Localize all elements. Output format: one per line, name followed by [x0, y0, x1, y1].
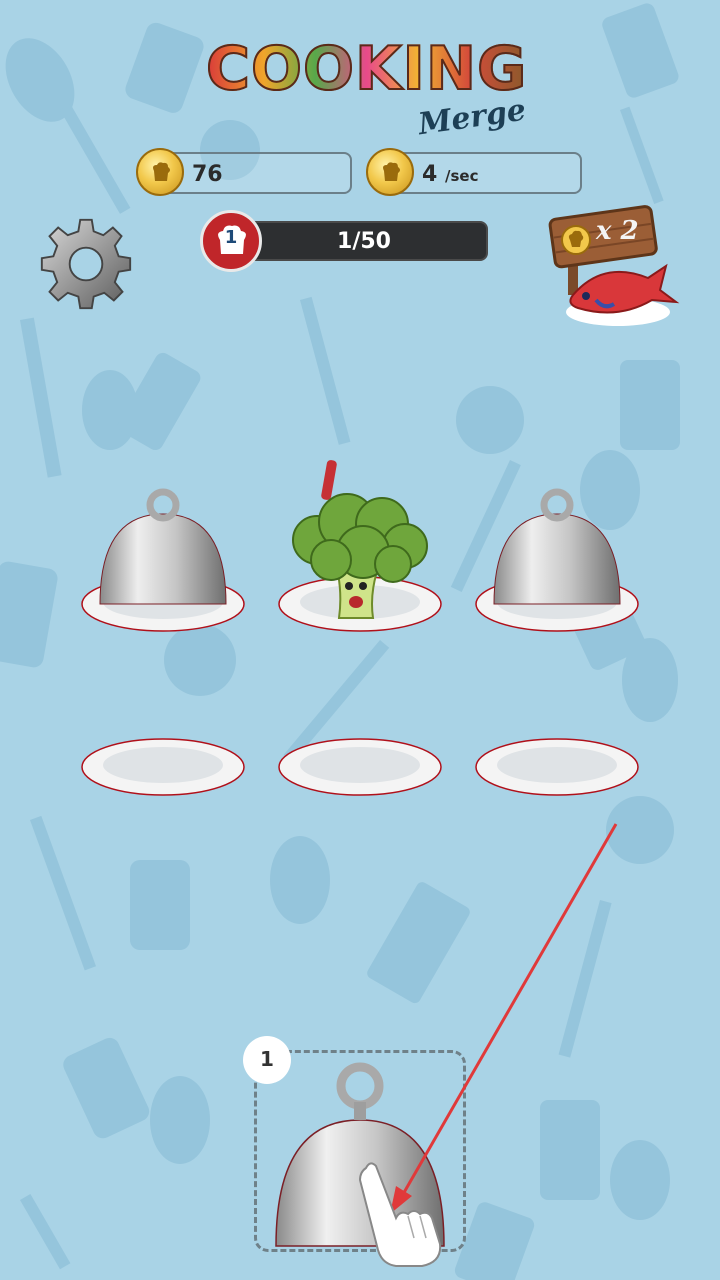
level-number: 1 [224, 227, 238, 248]
board-slot-empty-plate[interactable] [474, 730, 640, 800]
spawner-count-badge: 1 [243, 1036, 291, 1084]
level-progress-bar: 1/50 [236, 221, 488, 261]
logo-title-text: COOKING [205, 33, 528, 105]
game-logo: COOKING Merge [200, 28, 530, 142]
coin-rate-unit: /sec [444, 167, 479, 185]
coin-rate-counter: 4 /sec [390, 152, 582, 194]
coin-rate-label: 4 /sec [422, 162, 478, 187]
board-slot-cloche[interactable] [80, 480, 246, 640]
chef-coin-icon [366, 148, 414, 196]
board-slot-empty-plate[interactable] [277, 730, 443, 800]
coin-total-value: 76 [192, 162, 223, 187]
coin-rate-value: 4 [422, 162, 438, 187]
pointing-hand-icon [358, 1162, 442, 1267]
coin-total-counter: 76 [160, 152, 352, 194]
spawner-count: 1 [260, 1047, 274, 1071]
level-badge[interactable]: 1 [200, 210, 262, 272]
logo-title: COOKING [205, 33, 528, 105]
board-slot-broccoli[interactable] [277, 460, 443, 632]
multiplier-label: x 2 [596, 216, 639, 246]
gear-icon[interactable] [38, 216, 134, 312]
chef-coin-icon [136, 148, 184, 196]
board-slot-cloche[interactable] [474, 480, 640, 640]
board-slot-empty-plate[interactable] [80, 730, 246, 800]
level-progress-text: 1/50 [337, 229, 391, 254]
coin-multiplier-bonus[interactable]: x 2 [548, 200, 688, 330]
